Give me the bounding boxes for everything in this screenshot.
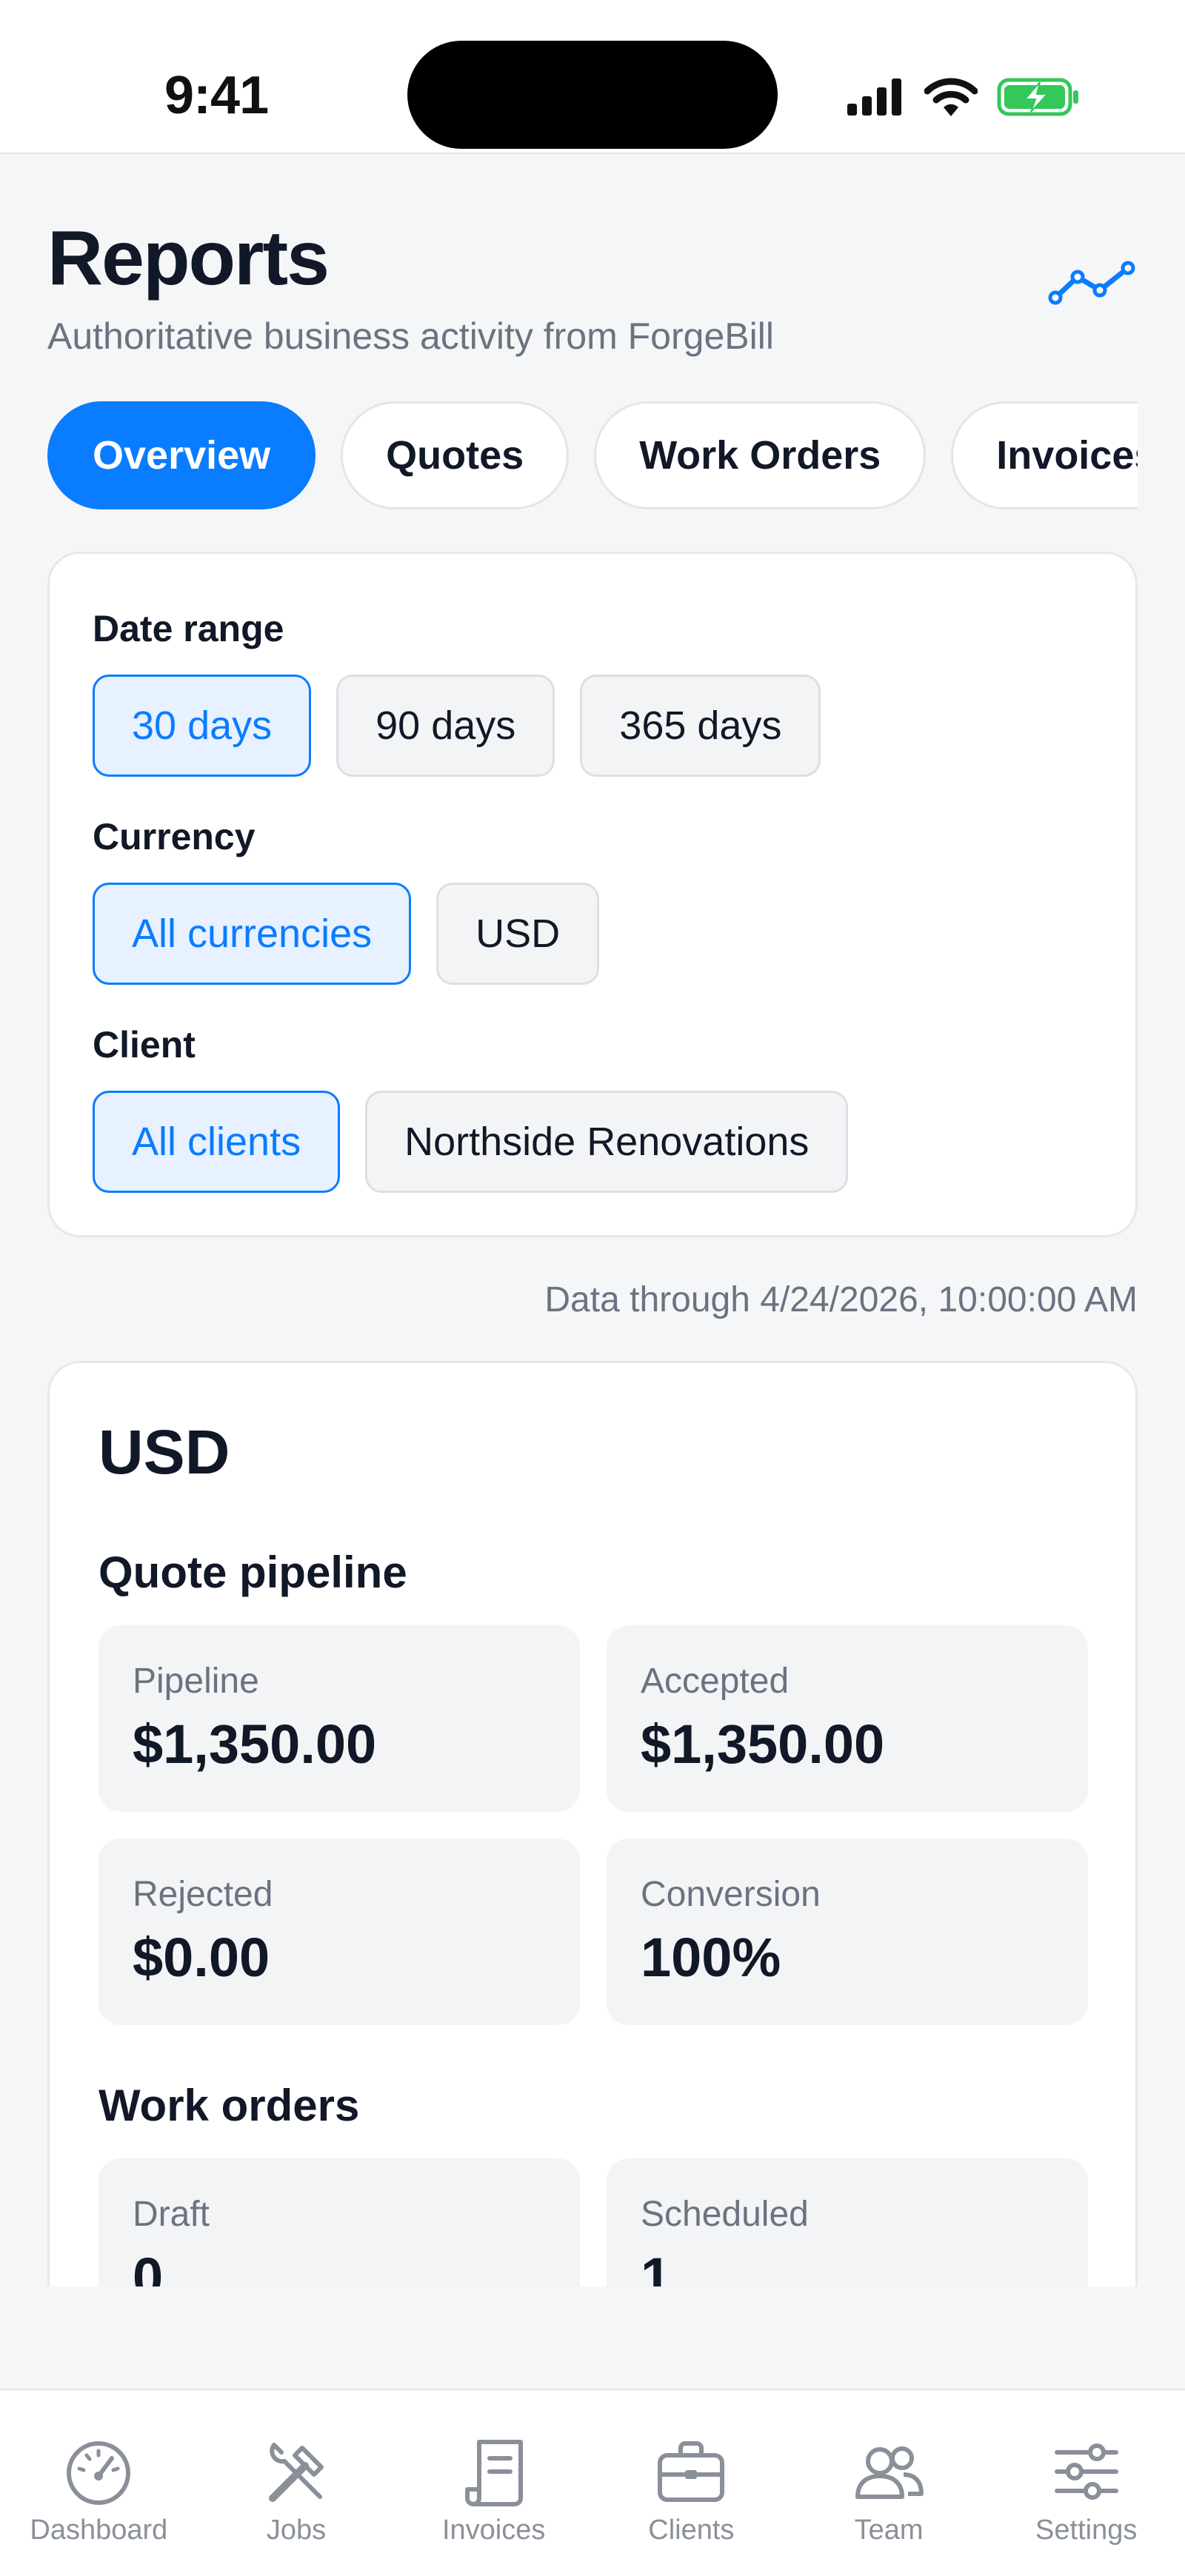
dynamic-island (407, 41, 778, 149)
stat-tile-conversion: Conversion 100% (607, 1839, 1088, 2025)
nav-label: Dashboard (30, 2515, 168, 2546)
currency-usd-chip[interactable]: USD (436, 883, 600, 985)
report-tabs: Overview Quotes Work Orders Invoices (47, 400, 1138, 511)
stat-label: Accepted (641, 1662, 790, 1701)
client-options: All clients Northside Renovations (93, 1091, 849, 1193)
people-icon (855, 2446, 924, 2499)
nav-label: Jobs (266, 2515, 327, 2546)
filter-card: Date range 30 days 90 days 365 days Curr… (47, 552, 1138, 1237)
cellular-signal-icon (847, 78, 901, 116)
client-northside-renovations-chip[interactable]: Northside Renovations (365, 1091, 849, 1193)
work-orders-title: Work orders (99, 2081, 360, 2130)
stat-label: Scheduled (641, 2195, 809, 2234)
date-range-label: Date range (93, 608, 284, 649)
stat-tile-pipeline: Pipeline $1,350.00 (99, 1625, 580, 1812)
work-orders-stats: Draft 0 Scheduled 1 (99, 2158, 1088, 2286)
date-range-options: 30 days 90 days 365 days (93, 675, 821, 777)
client-all-chip[interactable]: All clients (93, 1091, 341, 1193)
date-range-30-days-chip[interactable]: 30 days (93, 675, 312, 777)
tab-quotes[interactable]: Quotes (341, 401, 570, 509)
stat-tile-rejected: Rejected $0.00 (99, 1839, 580, 2025)
status-bar: 9:41 (0, 0, 1185, 154)
currency-report-card: USD Quote pipeline Pipeline $1,350.00 Ac… (47, 1361, 1138, 2286)
nav-label: Team (854, 2515, 924, 2546)
speedometer-icon (67, 2441, 131, 2505)
sliders-icon (1054, 2443, 1118, 2500)
battery-charging-icon (997, 78, 1078, 116)
stat-value: 0 (133, 2247, 164, 2286)
stat-label: Pipeline (133, 1662, 259, 1701)
stat-tile-draft: Draft 0 (99, 2158, 580, 2286)
quote-pipeline-stats: Pipeline $1,350.00 Accepted $1,350.00 Re… (99, 1625, 1088, 2025)
nav-item-jobs[interactable]: Jobs (198, 2390, 395, 2576)
stat-label: Rejected (133, 1875, 273, 1914)
stat-tile-scheduled: Scheduled 1 (607, 2158, 1088, 2286)
stat-label: Draft (133, 2195, 210, 2234)
report-currency-title: USD (99, 1417, 230, 1487)
page-title: Reports (47, 215, 330, 301)
wifi-icon (924, 78, 978, 116)
tab-invoices[interactable]: Invoices (951, 401, 1138, 509)
tools-icon (269, 2443, 324, 2502)
report-scroll-area[interactable]: USD Quote pipeline Pipeline $1,350.00 Ac… (0, 1361, 1185, 2286)
nav-item-team[interactable]: Team (790, 2390, 988, 2576)
stat-value: $1,350.00 (133, 1713, 377, 1775)
currency-label: Currency (93, 816, 256, 857)
stat-value: $1,350.00 (641, 1713, 885, 1775)
date-range-90-days-chip[interactable]: 90 days (336, 675, 555, 777)
briefcase-icon (658, 2441, 725, 2502)
currency-options: All currencies USD (93, 883, 600, 985)
date-range-365-days-chip[interactable]: 365 days (580, 675, 821, 777)
currency-all-chip[interactable]: All currencies (93, 883, 412, 985)
bottom-tab-bar: Dashboard Jobs Invoices Clients Team Set… (0, 2389, 1185, 2576)
nav-label: Clients (648, 2515, 735, 2546)
nav-item-dashboard[interactable]: Dashboard (0, 2390, 198, 2576)
trend-line-icon[interactable] (1048, 252, 1137, 311)
nav-item-settings[interactable]: Settings (987, 2390, 1185, 2576)
client-label: Client (93, 1024, 196, 1065)
status-time: 9:41 (164, 66, 269, 125)
tab-overview[interactable]: Overview (47, 401, 316, 509)
stat-value: 100% (641, 1927, 781, 1988)
nav-item-clients[interactable]: Clients (592, 2390, 790, 2576)
stat-tile-accepted: Accepted $1,350.00 (607, 1625, 1088, 1812)
nav-label: Settings (1035, 2515, 1138, 2546)
page-subtitle: Authoritative business activity from For… (47, 315, 774, 357)
stat-label: Conversion (641, 1875, 821, 1914)
data-through-timestamp: Data through 4/24/2026, 10:00:00 AM (544, 1280, 1138, 1319)
receipt-icon (464, 2440, 523, 2506)
stat-value: 1 (641, 2247, 672, 2286)
nav-label: Invoices (441, 2515, 546, 2546)
nav-item-invoices[interactable]: Invoices (395, 2390, 592, 2576)
quote-pipeline-title: Quote pipeline (99, 1548, 407, 1597)
tab-work-orders[interactable]: Work Orders (594, 401, 927, 509)
status-icons (846, 71, 1080, 123)
stat-value: $0.00 (133, 1927, 270, 1988)
